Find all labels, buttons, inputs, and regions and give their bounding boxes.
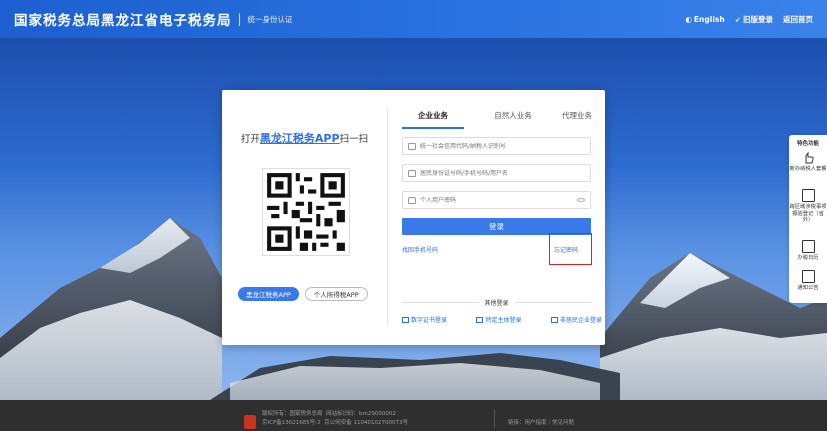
side-item-new-taxpayer[interactable]: 新办纳税人套餐 xyxy=(789,151,827,173)
certificate-icon xyxy=(402,316,409,323)
heilongjiang-app-button[interactable]: 黑龙江税务APP xyxy=(238,287,299,301)
digital-certificate-login[interactable]: 数字证书登录 xyxy=(402,315,447,324)
password-input[interactable] xyxy=(420,196,570,204)
side-item-tax-calendar[interactable]: 办税日历 xyxy=(789,240,827,262)
site-title: 国家税务总局黑龙江省电子税务局 xyxy=(14,13,232,29)
plane-icon: ➶ xyxy=(734,14,741,24)
back-home-link[interactable]: 返回首页 xyxy=(783,14,813,25)
side-panel-title: 特色功能 xyxy=(796,141,819,147)
lock-icon xyxy=(408,196,416,204)
id-number-input[interactable] xyxy=(420,169,570,177)
page-footer: 版权所有：国家税务总局 网站标识码：bm29000002 京ICP备130216… xyxy=(0,400,827,431)
tab-enterprise[interactable]: 企业业务 xyxy=(402,110,464,129)
other-login-title: 其他登录 xyxy=(484,300,509,307)
retrieve-phone-link[interactable]: 找回手机号码 xyxy=(402,245,438,254)
other-login-options: 数字证书登录 特定主体登录 非居民企业登录 xyxy=(402,315,602,324)
highlight-box xyxy=(549,233,592,265)
side-item-cross-region[interactable]: 跨区域涉税事项报验登记（省外） xyxy=(789,189,827,224)
header-links: ◐ English ➶ 旧版登录 返回首页 xyxy=(685,14,813,25)
hand-icon xyxy=(802,151,815,164)
entity-icon xyxy=(476,316,484,323)
qr-code xyxy=(262,168,350,256)
credit-code-input[interactable] xyxy=(420,142,570,150)
login-card: 打开黑龙江税务APP扫一扫 黑龙江税务APP 个人所得税APP 企业业务 自然人… xyxy=(222,90,605,345)
app-name-link[interactable]: 黑龙江税务APP xyxy=(260,132,340,145)
english-link[interactable]: ◐ English xyxy=(685,14,724,25)
side-feature-panel: 特色功能 新办纳税人套餐 跨区域涉税事项报验登记（省外） 办税日历 通知公告 xyxy=(789,135,827,303)
personal-tax-app-button[interactable]: 个人所得税APP xyxy=(304,287,368,301)
document-icon xyxy=(801,189,815,202)
non-resident-icon xyxy=(550,316,558,323)
site-subtitle: 统一身份认证 xyxy=(247,14,293,24)
id-number-field[interactable] xyxy=(402,164,591,182)
top-header: 国家税务总局黑龙江省电子税务局 | 统一身份认证 ◐ English ➶ 旧版登录 … xyxy=(0,0,827,38)
notice-icon xyxy=(801,270,815,283)
title-separator: | xyxy=(237,12,242,26)
old-version-link[interactable]: ➶ 旧版登录 xyxy=(735,14,773,25)
footer-info: 版权所有：国家税务总局 网站标识码：bm29000002 京ICP备130216… xyxy=(262,411,409,426)
password-field[interactable] xyxy=(402,191,591,209)
specific-entity-login[interactable]: 特定主体登录 xyxy=(476,315,522,324)
phone-icon xyxy=(408,169,416,177)
eye-icon[interactable] xyxy=(577,198,585,202)
id-card-icon xyxy=(408,142,416,150)
tax-emblem-icon xyxy=(244,415,256,429)
qr-login-pane: 打开黑龙江税务APP扫一扫 黑龙江税务APP 个人所得税APP xyxy=(222,90,387,345)
tab-individual[interactable]: 自然人业务 xyxy=(494,110,532,129)
app-buttons: 黑龙江税务APP 个人所得税APP xyxy=(238,287,368,301)
globe-icon: ◐ xyxy=(685,14,692,24)
pane-divider xyxy=(387,108,388,326)
footer-links[interactable]: 链接：用户指南｜常见问题 xyxy=(508,418,574,426)
side-item-notice[interactable]: 通知公告 xyxy=(789,270,827,292)
scan-instruction: 打开黑龙江税务APP扫一扫 xyxy=(240,132,369,145)
footer-divider xyxy=(494,410,495,428)
calendar-icon xyxy=(801,240,815,253)
non-resident-login[interactable]: 非居民企业登录 xyxy=(550,315,602,324)
account-login-pane: 企业业务 自然人业务 代理业务 登录 找回手机号码 忘记密码 其他登录 数字证书… xyxy=(402,90,602,345)
qr-code-image xyxy=(263,169,349,255)
other-login-divider: 其他登录 xyxy=(402,298,592,307)
login-tabs: 企业业务 自然人业务 代理业务 xyxy=(402,110,592,129)
credit-code-field[interactable] xyxy=(402,137,591,155)
tab-agent[interactable]: 代理业务 xyxy=(562,110,592,129)
